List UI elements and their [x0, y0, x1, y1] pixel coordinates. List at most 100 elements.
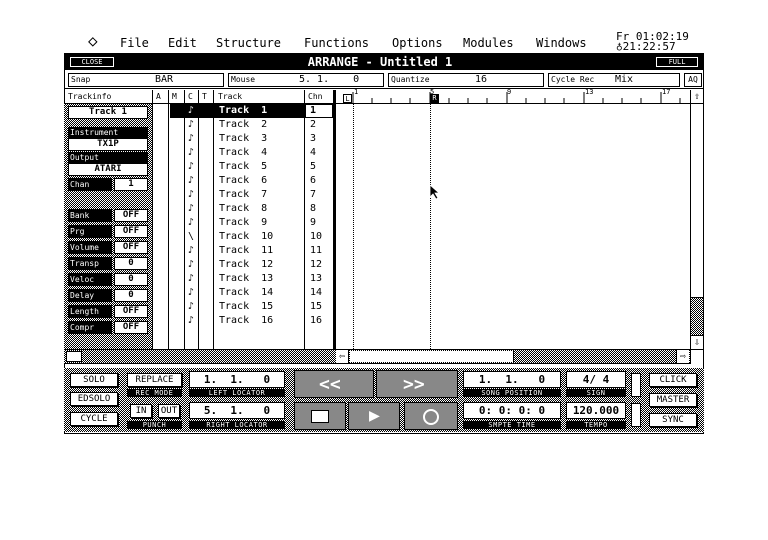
left-locator-marker[interactable]: L — [343, 94, 352, 103]
tempo-value[interactable]: 120.000 — [566, 402, 626, 419]
midi-out-indicator — [631, 403, 641, 427]
header-track: Track — [218, 92, 243, 101]
list-scroll-box[interactable] — [66, 351, 82, 362]
list-horizontal-scrollbar[interactable] — [64, 349, 336, 364]
track-channel[interactable]: 8 — [310, 202, 316, 216]
left-locator-value[interactable]: 1. 1. 0 — [189, 371, 285, 388]
menu-functions[interactable]: Functions — [304, 36, 369, 50]
full-button[interactable]: FULL — [656, 57, 698, 67]
track-channel[interactable]: 12 — [310, 258, 322, 272]
sync-button[interactable]: SYNC — [649, 413, 697, 427]
right-locator-marker[interactable]: R — [430, 94, 439, 103]
quantize-field[interactable]: Quantize 16 — [388, 73, 544, 87]
scroll-right-button[interactable]: ⇨ — [676, 350, 689, 363]
track-channel[interactable]: 13 — [310, 272, 322, 286]
compr-value[interactable]: OFF — [114, 321, 148, 334]
track-channel[interactable]: 10 — [310, 230, 322, 244]
delay-value[interactable]: 0 — [114, 289, 148, 302]
volume-value[interactable]: OFF — [114, 241, 148, 254]
scroll-down-button[interactable]: ⇩ — [690, 335, 703, 349]
track-channel[interactable]: 9 — [310, 216, 316, 230]
menu-modules[interactable]: Modules — [463, 36, 514, 50]
bank-label: Bank — [68, 209, 112, 222]
menu-file[interactable]: File — [120, 36, 149, 50]
track-channel[interactable]: 14 — [310, 286, 322, 300]
col-divider-m — [168, 90, 169, 349]
mouse-pointer-icon — [429, 184, 441, 200]
punch-out-button[interactable]: OUT — [158, 404, 180, 418]
punch-in-button[interactable]: IN — [130, 404, 152, 418]
header-m: M — [172, 92, 177, 101]
track-name[interactable]: Track 1 — [215, 104, 335, 118]
track-name[interactable]: Track 5 — [215, 160, 335, 174]
track-channel[interactable]: 1 — [310, 104, 316, 118]
scroll-left-button[interactable]: ⇦ — [336, 350, 349, 363]
smpte-time-value[interactable]: 0: 0: 0: 0 — [463, 402, 561, 419]
track-name[interactable]: Track 8 — [215, 202, 335, 216]
cycle-rec-field[interactable]: Cycle Rec Mix — [548, 73, 680, 87]
forward-button[interactable]: >> — [376, 370, 458, 398]
header-chn: Chn — [308, 92, 323, 101]
song-position-value[interactable]: 1. 1. 0 — [463, 371, 561, 388]
menu-structure[interactable]: Structure — [216, 36, 281, 50]
track-channel[interactable]: 7 — [310, 188, 316, 202]
track-type-icon: ♪ — [187, 259, 195, 270]
track-name[interactable]: Track 7 — [215, 188, 335, 202]
menu-edit[interactable]: Edit — [168, 36, 197, 50]
col-divider-track — [213, 90, 214, 349]
scroll-up-button[interactable]: ⇧ — [690, 90, 703, 104]
chan-value[interactable]: 1 — [114, 178, 148, 191]
track-type-icon: ♪ — [187, 203, 195, 214]
veloc-value[interactable]: 0 — [114, 273, 148, 286]
track-channel[interactable]: 15 — [310, 300, 322, 314]
track-channel[interactable]: 11 — [310, 244, 322, 258]
menu-options[interactable]: Options — [392, 36, 443, 50]
instrument-value[interactable]: TX1P — [68, 138, 148, 151]
track-type-icon: ♪ — [187, 217, 195, 228]
cycle-button[interactable]: CYCLE — [70, 412, 118, 426]
edsolo-button[interactable]: EDSOLO — [70, 392, 118, 406]
col-divider-c — [184, 90, 185, 349]
bank-value[interactable]: OFF — [114, 209, 148, 222]
arrange-area[interactable] — [336, 104, 689, 349]
track-channel[interactable]: 4 — [310, 146, 316, 160]
track-name[interactable]: Track 4 — [215, 146, 335, 160]
track-name[interactable]: Track 6 — [215, 174, 335, 188]
master-button[interactable]: MASTER — [649, 393, 697, 407]
track-name[interactable]: Track 2 — [215, 118, 335, 132]
midi-in-indicator — [631, 373, 641, 397]
track-type-icon: ♪ — [187, 189, 195, 200]
transp-value[interactable]: 0 — [114, 257, 148, 270]
track-channel[interactable]: 6 — [310, 174, 316, 188]
track-name[interactable]: Track 9 — [215, 216, 335, 230]
aq-button[interactable]: AQ — [684, 73, 702, 87]
track-channel[interactable]: 16 — [310, 314, 322, 328]
output-value[interactable]: ATARI — [68, 163, 148, 176]
horizontal-scroll-thumb[interactable] — [350, 351, 514, 362]
snap-field[interactable]: Snap BAR — [68, 73, 224, 87]
solo-button[interactable]: SOLO — [70, 373, 118, 387]
menu-windows[interactable]: Windows — [536, 36, 587, 50]
click-button[interactable]: CLICK — [649, 373, 697, 387]
close-button[interactable]: CLOSE — [70, 57, 114, 67]
sign-value[interactable]: 4/ 4 — [566, 371, 626, 388]
rewind-icon: << — [319, 374, 341, 395]
smpte-time-label: SMPTE TIME — [463, 421, 561, 429]
track-name[interactable]: Track 3 — [215, 132, 335, 146]
track-channel[interactable]: 3 — [310, 132, 316, 146]
header-c: C — [188, 92, 193, 101]
track-channel[interactable]: 5 — [310, 160, 316, 174]
size-box[interactable] — [690, 349, 703, 364]
vertical-scroll-thumb[interactable] — [691, 104, 703, 298]
length-value[interactable]: OFF — [114, 305, 148, 318]
prg-value[interactable]: OFF — [114, 225, 148, 238]
stop-button[interactable] — [294, 402, 346, 430]
desk-diamond-icon[interactable]: ◇ — [88, 33, 98, 49]
rewind-button[interactable]: << — [294, 370, 374, 398]
replace-button[interactable]: REPLACE — [127, 373, 182, 387]
track-channel[interactable]: 2 — [310, 118, 316, 132]
right-locator-value[interactable]: 5. 1. 0 — [189, 402, 285, 419]
play-button[interactable]: ▶ — [348, 402, 400, 430]
record-button[interactable] — [404, 402, 458, 430]
inspector-track-name[interactable]: Track 1 — [68, 106, 148, 119]
